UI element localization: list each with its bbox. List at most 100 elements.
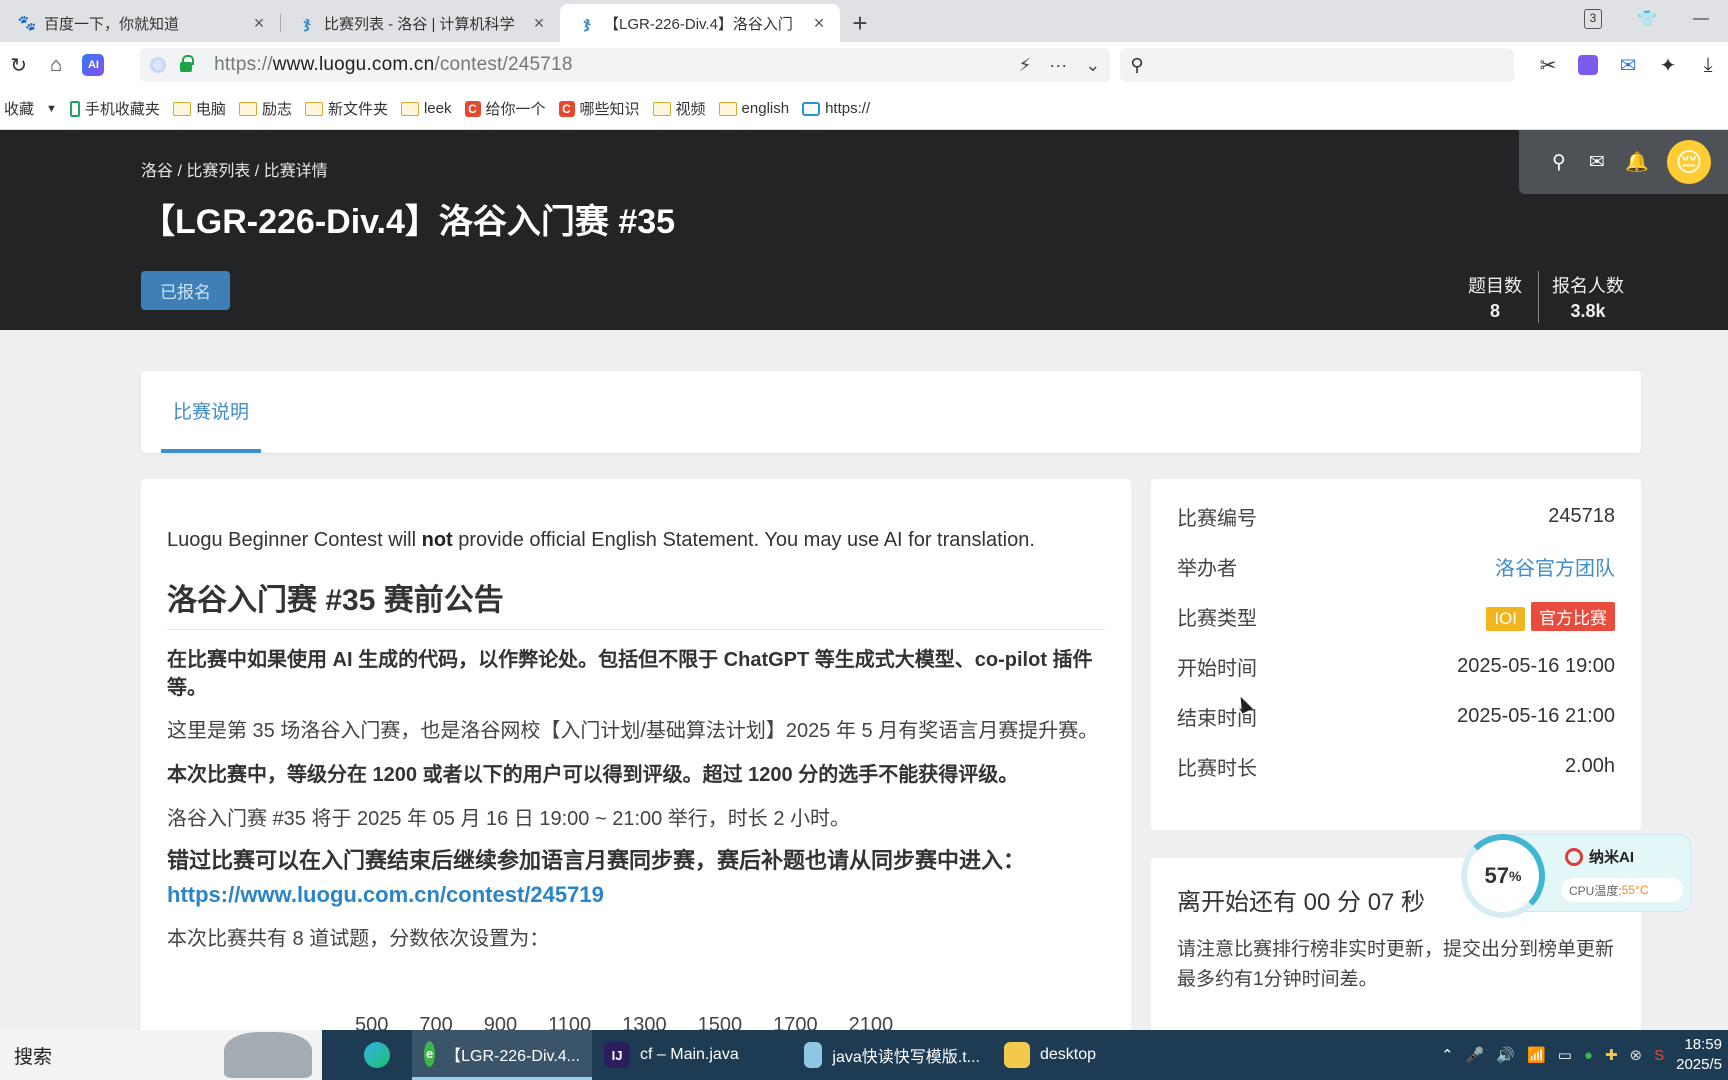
taskbar-app-notepad[interactable]: java快读快写模版.t...: [792, 1030, 992, 1080]
more-icon[interactable]: ···: [1049, 55, 1067, 76]
csdn-icon: C: [558, 100, 575, 117]
bookmark-item[interactable]: C 哪些知识: [558, 98, 640, 119]
bookmarks-bar: 收藏 ▼ 手机收藏夹 电脑 励志 新文件夹 leek C 给你一个 C 哪些知识 视频…: [0, 88, 1728, 130]
browser-tab-contest-detail[interactable]: ჯ 【LGR-226-Div.4】洛谷入门 ×: [560, 4, 840, 42]
bookmark-favorites[interactable]: 收藏 ▼: [4, 98, 57, 119]
tray-app-icon[interactable]: ✚: [1605, 1046, 1618, 1064]
bookmark-item[interactable]: 手机收藏夹: [69, 98, 160, 119]
tab-count-badge: 3: [1584, 9, 1602, 29]
info-contest-id: 比赛编号 245718: [1177, 491, 1615, 541]
sync-contest-paragraph: 错过比赛可以在入门赛结束后继续参加语言月赛同步赛，赛后补题也请从同步赛中进入： …: [167, 848, 1026, 907]
taskbar-search[interactable]: 搜索: [0, 1030, 322, 1080]
microphone-icon[interactable]: 🎤: [1466, 1046, 1485, 1064]
contest-header: 洛谷 / 比赛列表 / 比赛详情 【LGR-226-Div.4】洛谷入门赛 #3…: [0, 130, 1728, 330]
elephant-illustration-icon: [224, 1032, 312, 1078]
registered-button[interactable]: 已报名: [141, 271, 230, 310]
tag-official: 官方比赛: [1531, 601, 1615, 631]
info-value: 245718: [1548, 504, 1615, 527]
site-info-icon[interactable]: [150, 57, 167, 73]
minimize-button[interactable]: —: [1674, 10, 1728, 28]
tag-ioi: IOI: [1486, 606, 1525, 631]
bookmark-item[interactable]: 电脑: [172, 98, 226, 119]
ai-policy-paragraph: 在比赛中如果使用 AI 生成的代码，以作弊论处。包括但不限于 ChatGPT 等…: [167, 649, 1093, 699]
ai-icon: AI: [82, 54, 105, 76]
tab-description[interactable]: 比赛说明: [161, 371, 261, 453]
stat-registrants: 报名人数 3.8k: [1552, 272, 1624, 322]
new-tab-button[interactable]: +: [840, 4, 880, 42]
system-tray: ⌃ 🎤 🔊 📶 ▭ ● ✚ ⊗ S 18:59 2025/5: [1441, 1030, 1728, 1080]
browser-tab-contest-list[interactable]: ჯ 比赛列表 - 洛谷 | 计算机科学 ×: [280, 4, 560, 42]
chevron-down-icon[interactable]: ⌄: [1085, 55, 1100, 76]
info-value: 2025-05-16 21:00: [1457, 704, 1615, 727]
window-controls: 3 👕 —: [1566, 0, 1728, 38]
avatar[interactable]: 😔: [1667, 140, 1711, 184]
reload-icon[interactable]: ↻: [0, 46, 37, 84]
ai-button[interactable]: AI: [75, 46, 112, 84]
cpu-usage-ring: 57%: [1461, 834, 1545, 918]
tray-app-icon[interactable]: S: [1654, 1047, 1664, 1064]
browser-360-icon: e: [424, 1040, 436, 1067]
tray-app-icon[interactable]: ●: [1584, 1047, 1593, 1064]
tray-app-icon[interactable]: ⊗: [1630, 1046, 1643, 1064]
nano-ai-widget[interactable]: 57% 纳米AI CPU温度: 55°C: [1461, 834, 1691, 918]
tab-count-button[interactable]: 3: [1566, 9, 1620, 29]
search-icon: ⚲: [1130, 54, 1144, 75]
folder-icon: [304, 101, 323, 116]
home-icon[interactable]: ⌂: [37, 46, 74, 84]
bookmark-item[interactable]: 励志: [238, 98, 292, 119]
lightning-icon[interactable]: ⚡: [1019, 55, 1032, 76]
schedule-paragraph: 洛谷入门赛 #35 将于 2025 年 05 月 16 日 19:00 ~ 21…: [167, 808, 851, 830]
sync-contest-link[interactable]: https://www.luogu.com.cn/contest/245719: [167, 882, 604, 907]
taskbar-app-intellij[interactable]: IJ cf – Main.java: [592, 1030, 792, 1080]
bookmark-item[interactable]: 视频: [652, 98, 706, 119]
bookmark-item[interactable]: english: [718, 100, 789, 117]
browser-toolbar: ↻ ⌂ AI https://www.luogu.com.cn/contest/…: [0, 42, 1728, 88]
battery-icon[interactable]: ▭: [1558, 1046, 1572, 1064]
folder-icon: [172, 101, 191, 116]
browser-search-input[interactable]: ⚲: [1120, 48, 1514, 82]
mail-icon[interactable]: ✉: [1608, 46, 1648, 84]
bell-icon[interactable]: 🔔: [1625, 150, 1649, 174]
info-label: 开始时间: [1177, 657, 1257, 680]
shirt-icon[interactable]: 👕: [1620, 9, 1674, 29]
tab-title: 【LGR-226-Div.4】洛谷入门: [604, 15, 793, 33]
organizer-link[interactable]: 洛谷官方团队: [1495, 552, 1615, 581]
scissors-icon[interactable]: ✂: [1528, 46, 1568, 84]
info-organizer: 举办者 洛谷官方团队: [1177, 541, 1615, 591]
info-label: 比赛时长: [1177, 757, 1257, 780]
folder-icon: [652, 101, 671, 116]
bookmark-item[interactable]: https://: [802, 100, 870, 117]
translate-icon[interactable]: [1568, 46, 1608, 84]
close-icon[interactable]: ×: [530, 13, 548, 34]
search-icon[interactable]: ⚲: [1549, 151, 1569, 174]
clock[interactable]: 18:59 2025/5: [1676, 1035, 1722, 1075]
bookmark-item[interactable]: 新文件夹: [304, 98, 388, 119]
bookmark-item[interactable]: C 给你一个: [464, 98, 546, 119]
taskbar-app-browser[interactable]: e 【LGR-226-Div.4...: [412, 1030, 592, 1080]
close-icon[interactable]: ×: [810, 13, 828, 34]
wifi-icon[interactable]: 📶: [1527, 1046, 1546, 1064]
stat-value: 3.8k: [1570, 301, 1606, 321]
stat-label: 报名人数: [1552, 276, 1624, 296]
announcement-title: 洛谷入门赛 #35 赛前公告: [167, 575, 1105, 630]
info-start-time: 开始时间 2025-05-16 19:00: [1177, 641, 1615, 691]
cpu-temp: CPU温度: 55°C: [1561, 878, 1683, 902]
page-title: 【LGR-226-Div.4】洛谷入门赛 #35: [141, 203, 676, 241]
extensions-icon[interactable]: ✦: [1648, 46, 1688, 84]
address-bar[interactable]: https://www.luogu.com.cn/contest/245718 …: [140, 48, 1111, 82]
bookmark-item[interactable]: leek: [400, 100, 452, 117]
volume-icon[interactable]: 🔊: [1496, 1046, 1515, 1064]
download-icon[interactable]: ⤓: [1688, 46, 1728, 84]
intellij-icon: IJ: [604, 1042, 630, 1068]
taskbar-edge[interactable]: [352, 1030, 412, 1080]
chevron-up-icon[interactable]: ⌃: [1441, 1046, 1454, 1064]
close-icon[interactable]: ×: [250, 13, 268, 34]
notepad-icon: [804, 1042, 823, 1068]
breadcrumb[interactable]: 洛谷 / 比赛列表 / 比赛详情: [141, 157, 328, 181]
mail-icon[interactable]: ✉: [1587, 151, 1607, 174]
browser-tab-baidu[interactable]: 🐾 百度一下，你就知道 ×: [0, 4, 280, 42]
taskbar-app-explorer[interactable]: desktop: [992, 1030, 1142, 1080]
url-text[interactable]: https://www.luogu.com.cn/contest/245718: [214, 54, 1019, 76]
tab-title: 比赛列表 - 洛谷 | 计算机科学: [324, 15, 515, 33]
windows-taskbar: 搜索 e 【LGR-226-Div.4... IJ cf – Main.java…: [0, 1030, 1728, 1080]
